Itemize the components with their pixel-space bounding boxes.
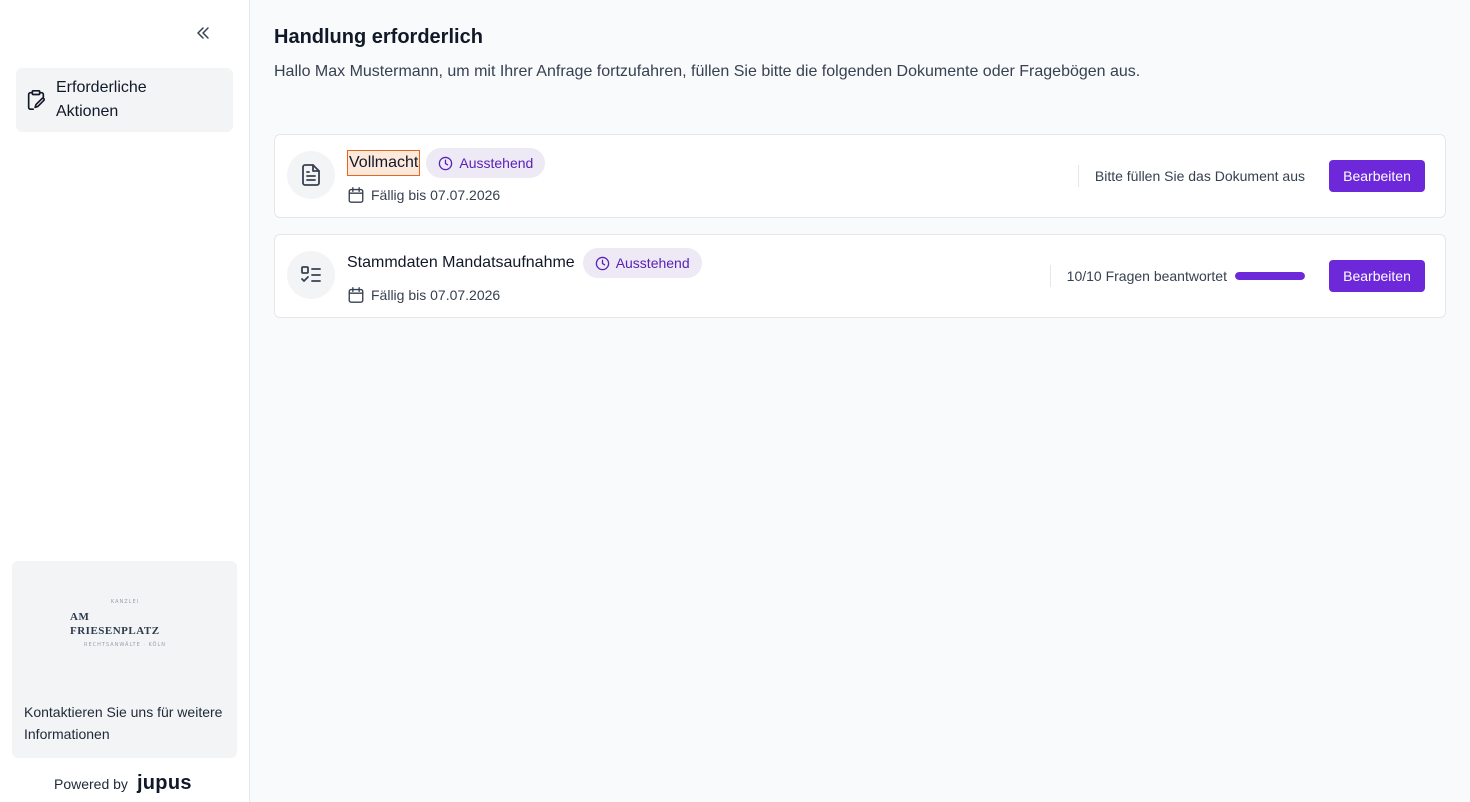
- edit-button[interactable]: Bearbeiten: [1329, 260, 1425, 292]
- divider: [1077, 165, 1079, 187]
- due-date: Fällig bis 07.07.2026: [347, 285, 500, 305]
- clock-icon: [595, 255, 611, 271]
- chevrons-left-icon: [197, 27, 209, 39]
- calendar-icon: [347, 185, 367, 205]
- edit-button[interactable]: Bearbeiten: [1329, 160, 1425, 192]
- clipboard-signature-icon: [24, 88, 48, 112]
- main-content: Handlung erforderlich Hallo Max Musterma…: [250, 0, 1470, 802]
- sidebar: Erforderliche Aktionen KANZLEI AM FRIESE…: [0, 0, 250, 802]
- due-date-text: Fällig bis 07.07.2026: [371, 187, 501, 203]
- firm-logo: KANZLEI AM FRIESENPLATZ RECHTSANWÄLTE · …: [70, 598, 180, 653]
- checklist-icon: [287, 251, 335, 299]
- clock-icon: [438, 155, 454, 171]
- task-card-vollmacht[interactable]: Vollmacht Ausstehend Fällig bis 07.07.20…: [274, 134, 1446, 218]
- due-date-text: Fällig bis 07.07.2026: [371, 287, 501, 303]
- sidebar-item-label: Erforderliche Aktionen: [56, 79, 147, 120]
- sidebar-item-erforderliche-aktionen[interactable]: Erforderliche Aktionen: [16, 68, 233, 132]
- task-title-row: Stammdaten Mandatsaufnahme Ausstehend: [347, 248, 702, 278]
- status-badge-label: Ausstehend: [459, 155, 534, 171]
- task-info-text: Bitte füllen Sie das Dokument aus: [1094, 168, 1305, 184]
- powered-by-label: Powered by: [54, 775, 128, 792]
- progress-bar-fill: [1235, 272, 1305, 280]
- divider: [1049, 265, 1051, 287]
- due-date: Fällig bis 07.07.2026: [347, 185, 500, 205]
- firm-logo-sub-text: RECHTSANWÄLTE · KÖLN: [83, 641, 166, 648]
- page-title: Handlung erforderlich: [274, 26, 483, 48]
- firm-info-card: KANZLEI AM FRIESENPLATZ RECHTSANWÄLTE · …: [12, 561, 237, 758]
- jupus-logo: jupus: [136, 772, 192, 794]
- task-actions: Bitte füllen Sie das Dokument aus Bearbe…: [1077, 135, 1425, 217]
- task-title[interactable]: Vollmacht: [347, 150, 421, 176]
- firm-logo-top-text: KANZLEI: [110, 598, 140, 605]
- task-card-stammdaten[interactable]: Stammdaten Mandatsaufnahme Ausstehend Fä…: [274, 234, 1446, 318]
- app-root: Erforderliche Aktionen KANZLEI AM FRIESE…: [0, 0, 1470, 802]
- status-badge: Ausstehend: [582, 248, 702, 278]
- page-subtitle: Hallo Max Mustermann, um mit Ihrer Anfra…: [274, 63, 1141, 80]
- task-actions: 10/10 Fragen beantwortet Bearbeiten: [1049, 235, 1425, 317]
- progress-bar: [1235, 272, 1305, 280]
- powered-by: Powered by jupus: [54, 772, 192, 795]
- collapse-sidebar-button[interactable]: [190, 20, 216, 46]
- firm-logo-name: AM FRIESENPLATZ: [70, 610, 160, 637]
- document-icon: [287, 151, 335, 199]
- status-badge-label: Ausstehend: [615, 255, 690, 271]
- firm-contact-text: Kontaktieren Sie uns für weitere Informa…: [24, 704, 223, 742]
- task-title-row: Vollmacht Ausstehend: [347, 148, 546, 178]
- progress-text: 10/10 Fragen beantwortet: [1066, 268, 1227, 284]
- task-title: Stammdaten Mandatsaufnahme: [347, 254, 575, 271]
- calendar-icon: [347, 285, 367, 305]
- status-badge: Ausstehend: [426, 148, 546, 178]
